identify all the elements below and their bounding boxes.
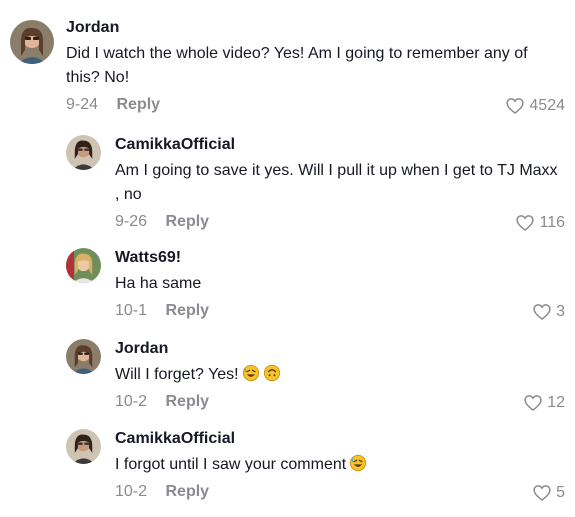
reply-button[interactable]: Reply	[165, 393, 209, 410]
avatar-camikka-icon	[66, 429, 101, 464]
comment-text-content: I forgot until I saw your comment	[115, 456, 347, 473]
like-button[interactable]: 116	[515, 213, 565, 233]
like-count: 116	[539, 214, 565, 231]
user-avatar[interactable]	[66, 429, 101, 464]
reply-button[interactable]: Reply	[165, 302, 209, 319]
like-count: 5	[556, 484, 565, 501]
user-avatar[interactable]	[66, 339, 101, 374]
comment-username[interactable]: Watts69!	[115, 248, 565, 268]
comment-username[interactable]: CamikkaOfficial	[115, 429, 565, 449]
comment-date: 10-2	[115, 393, 148, 410]
comment-meta: 9-26 Reply 116	[115, 213, 565, 239]
comment-text: Will I forget? Yes!	[115, 363, 565, 387]
avatar-watts-icon	[66, 248, 101, 283]
heart-icon	[533, 304, 551, 321]
comment-text: Am I going to save it yes. Will I pull i…	[115, 162, 558, 203]
comment-text-content: Will I forget? Yes!	[115, 366, 239, 383]
avatar-jordan-icon	[66, 339, 101, 374]
user-avatar[interactable]	[66, 248, 101, 283]
like-button[interactable]: 4524	[505, 96, 565, 116]
comment-meta: 9-24 Reply 4524	[66, 96, 565, 122]
comment-username[interactable]: CamikkaOfficial	[115, 135, 565, 155]
reply-item: Jordan Will I forget? Yes! 10-2 Reply 12	[0, 339, 575, 412]
reply-item: Watts69! Ha ha same 10-1 Reply 3	[0, 248, 575, 321]
heart-icon	[506, 98, 525, 115]
avatar-camikka-icon	[66, 135, 101, 170]
rofl-emoji-icon	[349, 454, 367, 472]
reply-button[interactable]: Reply	[165, 483, 209, 500]
comment-date: 10-2	[115, 483, 148, 500]
comment-text: Ha ha same	[115, 275, 202, 292]
comment-username[interactable]: Jordan	[66, 18, 565, 38]
comment-meta: 10-1 Reply 3	[115, 302, 565, 328]
reply-item: CamikkaOfficial I forgot until I saw you…	[0, 429, 575, 502]
reply-button[interactable]: Reply	[116, 96, 160, 113]
rofl-emoji-icon	[242, 364, 260, 382]
comment-meta: 10-2 Reply 12	[115, 393, 565, 419]
like-count: 4524	[529, 97, 565, 114]
comment-meta: 10-2 Reply 5	[115, 483, 565, 509]
comment-thread: Jordan Did I watch the whole video? Yes!…	[0, 0, 575, 517]
avatar-jordan-icon	[10, 20, 54, 64]
user-avatar[interactable]	[10, 20, 54, 64]
heart-icon	[516, 215, 535, 232]
reply-item: CamikkaOfficial Am I going to save it ye…	[0, 135, 575, 232]
comment-item: Jordan Did I watch the whole video? Yes!…	[0, 18, 575, 118]
upside-down-face-emoji-icon	[263, 364, 281, 382]
comment-date: 10-1	[115, 302, 148, 319]
comment-username[interactable]: Jordan	[115, 339, 565, 359]
user-avatar[interactable]	[66, 135, 101, 170]
comment-text: I forgot until I saw your comment	[115, 453, 565, 477]
reply-button[interactable]: Reply	[165, 213, 209, 230]
comment-text: Did I watch the whole video? Yes! Am I g…	[66, 45, 528, 86]
comment-date: 9-24	[66, 96, 99, 113]
like-button[interactable]: 3	[532, 302, 565, 322]
like-button[interactable]: 12	[523, 393, 565, 413]
comment-date: 9-26	[115, 213, 148, 230]
like-count: 3	[556, 303, 565, 320]
heart-icon	[524, 395, 542, 412]
heart-icon	[533, 485, 551, 502]
like-button[interactable]: 5	[532, 483, 565, 503]
like-count: 12	[547, 394, 565, 411]
